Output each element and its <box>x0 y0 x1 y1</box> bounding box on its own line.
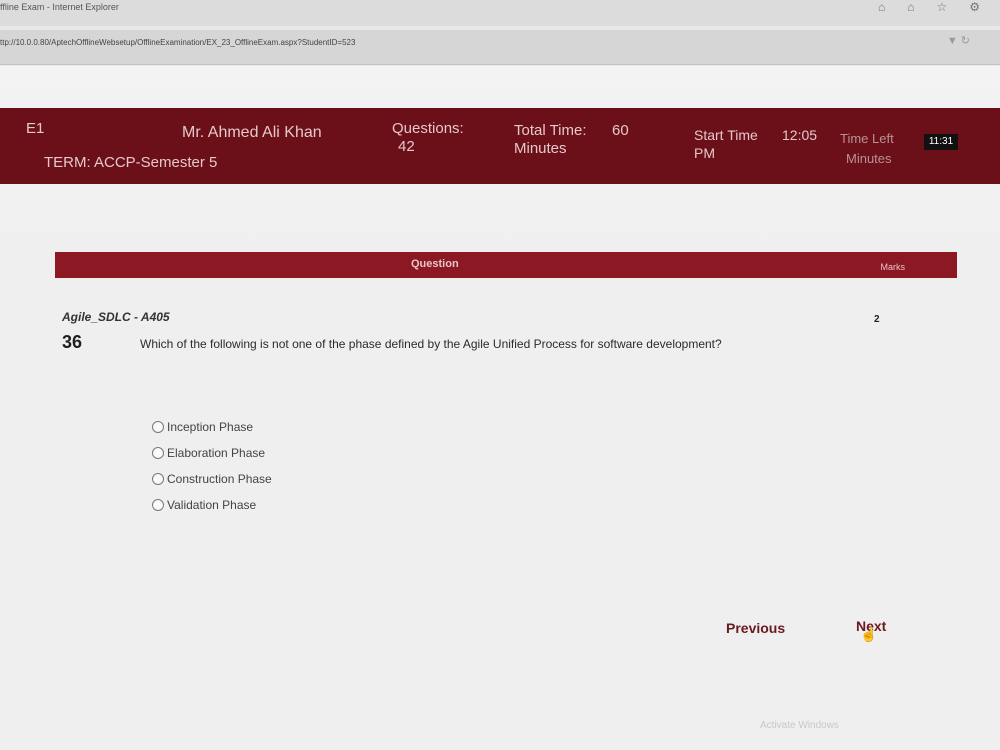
option-label: Elaboration Phase <box>167 446 266 460</box>
address-url[interactable]: ttp://10.0.0.80/AptechOfflineWebsetup/Of… <box>0 38 355 47</box>
questions-label: Questions: <box>392 120 464 137</box>
previous-button[interactable]: Previous <box>726 620 785 636</box>
option-label: Inception Phase <box>167 420 254 434</box>
time-left-label: Time Left <box>840 131 894 146</box>
total-time-value: 60 <box>612 122 629 139</box>
home-icon[interactable]: ⌂ <box>907 0 914 14</box>
hand-cursor-icon: ☝ <box>860 626 878 642</box>
start-time-suffix: PM <box>694 145 715 161</box>
option-elaboration[interactable]: Elaboration Phase <box>152 446 265 460</box>
browser-titlebar: ffline Exam - Internet Explorer ⌂ ⌂ ☆ ⚙ <box>0 0 1000 26</box>
center-code: E1 <box>26 120 45 137</box>
time-left-value: 11:31 <box>924 134 958 150</box>
windows-watermark: Activate Windows <box>760 720 839 731</box>
marks-column-label: Marks <box>880 262 906 272</box>
radio-button[interactable] <box>152 421 164 433</box>
question-number: 36 <box>62 332 83 352</box>
settings-icon[interactable]: ⚙ <box>969 0 980 14</box>
option-label: Validation Phase <box>167 498 257 512</box>
option-validation[interactable]: Validation Phase <box>152 498 256 512</box>
questions-count: 42 <box>398 138 415 155</box>
radio-button[interactable] <box>152 499 164 511</box>
faculty-name: Mr. Ahmed Ali Khan <box>182 124 322 141</box>
question-text: Which of the following is not one of the… <box>140 337 722 351</box>
minimize-icon[interactable]: ⌂ <box>878 0 885 14</box>
total-time-unit: Minutes <box>514 140 567 157</box>
question-marks: 2 <box>874 314 880 325</box>
time-left-unit: Minutes <box>846 151 892 166</box>
start-time-value: 12:05 <box>782 127 818 143</box>
question-header-bar: Question Marks <box>55 252 957 278</box>
term-label: TERM: ACCP-Semester 5 <box>44 154 218 171</box>
question-column-label: Question <box>411 258 459 270</box>
radio-button[interactable] <box>152 447 164 459</box>
start-time-label: Start Time <box>694 127 758 143</box>
radio-button[interactable] <box>152 473 164 485</box>
address-bar: ttp://10.0.0.80/AptechOfflineWebsetup/Of… <box>0 30 1000 65</box>
titlebar-icons: ⌂ ⌂ ☆ ⚙ <box>878 0 980 14</box>
browser-title: ffline Exam - Internet Explorer <box>0 2 119 12</box>
question-subject: Agile_SDLC - A405 <box>62 310 170 324</box>
address-controls-icon[interactable]: ▼ ↻ <box>947 34 970 47</box>
favorites-icon[interactable]: ☆ <box>936 0 947 14</box>
exam-header: E1 Mr. Ahmed Ali Khan Questions: 42 Tota… <box>0 108 1000 184</box>
total-time-label: Total Time: <box>514 122 587 139</box>
option-inception[interactable]: Inception Phase <box>152 420 253 434</box>
option-construction[interactable]: Construction Phase <box>152 472 272 486</box>
option-label: Construction Phase <box>167 472 272 486</box>
